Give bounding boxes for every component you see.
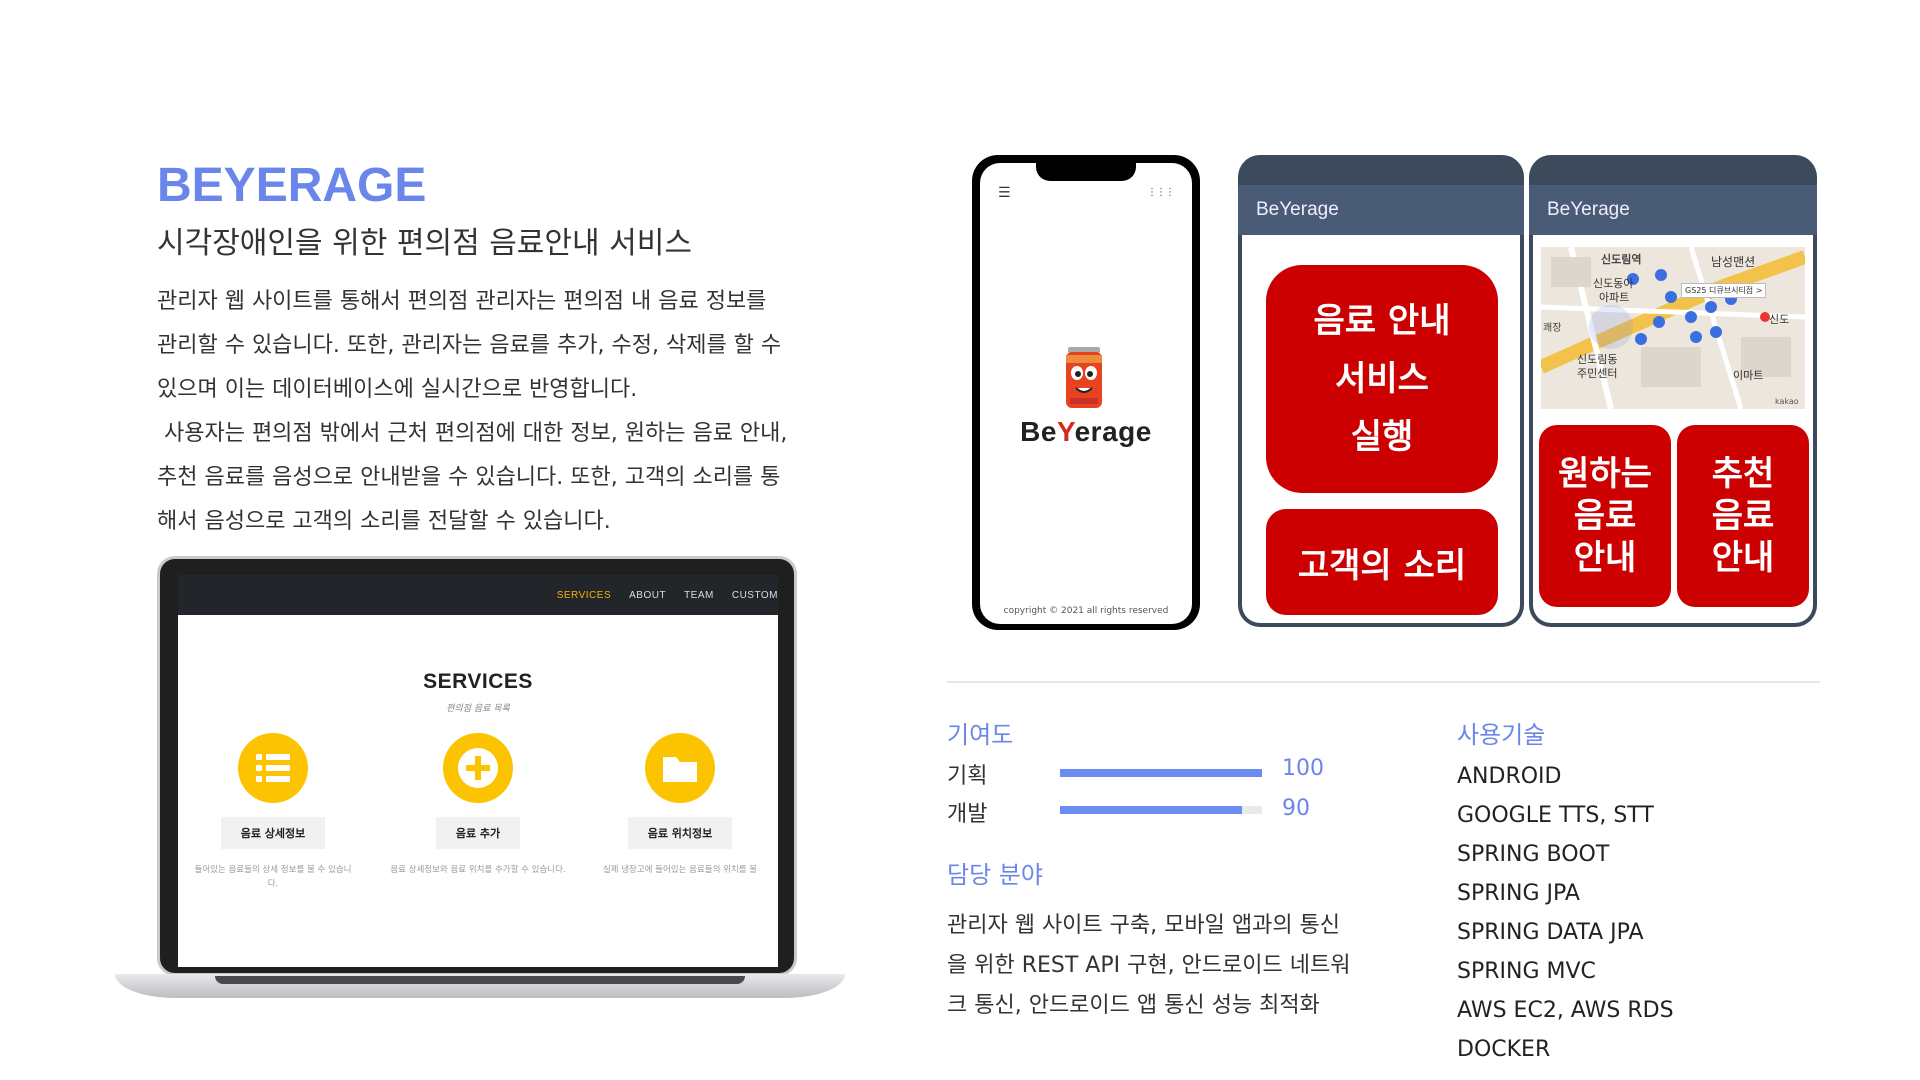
map-label: 주민센터 [1577, 367, 1618, 380]
map-label: 쾌장 [1543, 323, 1562, 334]
button-line: 음료 [1573, 496, 1637, 536]
project-title: BEYERAGE [157, 159, 427, 212]
nav-about[interactable]: ABOUT [629, 590, 666, 601]
plus-icon [443, 733, 513, 803]
tech-item: SPRING MVC [1457, 959, 1596, 984]
phone-notch [1036, 163, 1136, 181]
tech-item: AWS EC2, AWS RDS [1457, 998, 1674, 1023]
recommended-drink-guide-button[interactable]: 추천 음료 안내 [1677, 425, 1809, 607]
map-label: 남성맨션 [1711, 255, 1756, 269]
laptop-mockup: SERVICES ABOUT TEAM CUSTOM SERVICES 편의점 … [115, 556, 845, 1016]
service-text: 음료 상세정보와 음료 위치를 추가할 수 있습니다. [390, 865, 566, 875]
menu-icon[interactable]: ☰ [998, 185, 1011, 201]
role-line: 을 위한 REST API 구현, 안드로이드 네트워 [947, 953, 1351, 978]
service-card-location[interactable]: 음료 위치정보 실제 냉장고에 들어있는 음료들의 위치를 볼 [580, 733, 778, 875]
tech-item: DOCKER [1457, 1037, 1551, 1062]
phone-main-mockup: BeYerage 음료 안내 서비스 실행 고객의 소리 [1238, 155, 1524, 627]
brand-logo-text: BeYerage [1020, 416, 1152, 447]
description-line: 관리자 웹 사이트를 통해서 편의점 관리자는 편의점 내 음료 정보를 [157, 289, 767, 314]
role-description: 관리자 웹 사이트 구축, 모바일 앱과의 통신 을 위한 REST API 구… [947, 906, 1367, 1026]
map-store-callout[interactable]: GS25 디큐브시티점 > [1681, 283, 1767, 298]
service-label: 음료 추가 [435, 817, 521, 849]
services-subheading: 편의점 음료 목록 [446, 704, 510, 714]
service-card-add[interactable]: 음료 추가 음료 상세정보와 음료 위치를 추가할 수 있습니다. [378, 733, 578, 875]
map-label: 신도 [1769, 313, 1790, 326]
map-attribution: kakao [1775, 397, 1799, 406]
map-label: 아파트 [1599, 291, 1630, 304]
laptop-lid: SERVICES ABOUT TEAM CUSTOM SERVICES 편의점 … [157, 556, 797, 976]
services-heading: SERVICES [423, 670, 533, 693]
tech-item: GOOGLE TTS, STT [1457, 803, 1654, 828]
tech-item: SPRING DATA JPA [1457, 920, 1644, 945]
description-line: 있으며 이는 데이터베이스에 실시간으로 반영합니다. [157, 377, 638, 402]
description-line: 사용자는 편의점 밖에서 근처 편의점에 대한 정보, 원하는 음료 안내, [157, 421, 788, 446]
tech-title: 사용기술 [1457, 721, 1546, 749]
contribution-label: 개발 [947, 802, 988, 827]
description-line: 관리할 수 있습니다. 또한, 관리자는 음료를 추가, 수정, 삭제를 할 수 [157, 333, 782, 358]
nav-services[interactable]: SERVICES [557, 590, 611, 601]
phone-map-mockup: BeYerage 남성맨션 신도림역 신도동아 아파트 GS25 디큐브시티점 … [1529, 155, 1817, 627]
button-line: 음료 [1711, 496, 1775, 536]
button-line: 서비스 [1335, 359, 1429, 399]
button-line: 실행 [1350, 417, 1414, 457]
store-map[interactable]: 남성맨션 신도림역 신도동아 아파트 GS25 디큐브시티점 > 신도 신도림동… [1541, 247, 1805, 409]
admin-nav: SERVICES ABOUT TEAM CUSTOM [178, 575, 778, 615]
tech-item: SPRING BOOT [1457, 842, 1610, 867]
can-mascot-icon [1066, 347, 1102, 408]
role-line: 크 통신, 안드로이드 앱 통신 성능 최적화 [947, 993, 1320, 1018]
drink-guide-service-button[interactable]: 음료 안내 서비스 실행 [1266, 265, 1498, 493]
button-line: 원하는 [1558, 454, 1652, 494]
service-label: 음료 상세정보 [220, 817, 326, 849]
button-line: 음료 안내 [1313, 301, 1451, 341]
role-title: 담당 분야 [947, 861, 1043, 889]
nav-team[interactable]: TEAM [684, 590, 714, 601]
project-subtitle: 시각장애인을 위한 편의점 음료안내 서비스 [157, 226, 692, 261]
admin-website-screen: SERVICES ABOUT TEAM CUSTOM SERVICES 편의점 … [178, 575, 778, 967]
map-label: 이마트 [1733, 369, 1764, 382]
contribution-bar-fill [1060, 806, 1242, 814]
splash-screen: ☰ ⋮⋮⋮ BeYerage copyright © 2021 all righ… [980, 163, 1192, 624]
service-text: 다. [267, 879, 279, 889]
section-divider [947, 681, 1820, 683]
contribution-value: 100 [1282, 756, 1324, 781]
folder-icon [645, 733, 715, 803]
apps-grid-icon[interactable]: ⋮⋮⋮ [1147, 187, 1175, 198]
button-line: 추천 [1711, 454, 1775, 494]
main-screen-body: 음료 안내 서비스 실행 고객의 소리 [1242, 235, 1520, 623]
project-description: 관리자 웹 사이트를 통해서 편의점 관리자는 편의점 내 음료 정보를 관리할… [157, 280, 817, 544]
contribution-bar [1060, 806, 1262, 814]
phone-splash-mockup: ☰ ⋮⋮⋮ BeYerage copyright © 2021 all righ… [972, 155, 1200, 630]
service-text: 들어있는 음료들의 상세 정보를 볼 수 있습니 [194, 865, 352, 875]
button-line: 안내 [1711, 538, 1775, 578]
description-line: 추천 음료를 음성으로 안내받을 수 있습니다. 또한, 고객의 소리를 통 [157, 465, 781, 490]
service-text: 실제 냉장고에 들어있는 음료들의 위치를 볼 [602, 865, 758, 875]
description-line: 해서 음성으로 고객의 소리를 전달할 수 있습니다. [157, 509, 611, 534]
button-line: 안내 [1573, 538, 1637, 578]
map-label: 신도림역 [1601, 253, 1642, 266]
laptop-keyboard-edge [215, 976, 745, 984]
service-card-detail[interactable]: 음료 상세정보 들어있는 음료들의 상세 정보를 볼 수 있습니 다. [178, 733, 373, 889]
map-screen-body: 남성맨션 신도림역 신도동아 아파트 GS25 디큐브시티점 > 신도 신도림동… [1533, 235, 1813, 623]
tech-list: ANDROID GOOGLE TTS, STT SPRING BOOT SPRI… [1457, 757, 1674, 1069]
contribution-value: 90 [1282, 796, 1310, 821]
customer-voice-button[interactable]: 고객의 소리 [1266, 509, 1498, 615]
list-icon [238, 733, 308, 803]
desired-drink-guide-button[interactable]: 원하는 음료 안내 [1539, 425, 1671, 607]
tech-item: ANDROID [1457, 764, 1562, 789]
app-bar-title: BeYerage [1238, 185, 1524, 235]
nav-custom[interactable]: CUSTOM [732, 590, 778, 601]
copyright-text: copyright © 2021 all rights reserved [1003, 606, 1169, 616]
contribution-bar [1060, 769, 1262, 777]
role-line: 관리자 웹 사이트 구축, 모바일 앱과의 통신 [947, 913, 1341, 938]
tech-item: SPRING JPA [1457, 881, 1580, 906]
contribution-title: 기여도 [947, 721, 1014, 749]
app-bar-title: BeYerage [1529, 185, 1817, 235]
contribution-label: 기획 [947, 764, 988, 789]
contribution-bar-fill [1060, 769, 1262, 777]
service-label: 음료 위치정보 [627, 817, 733, 849]
